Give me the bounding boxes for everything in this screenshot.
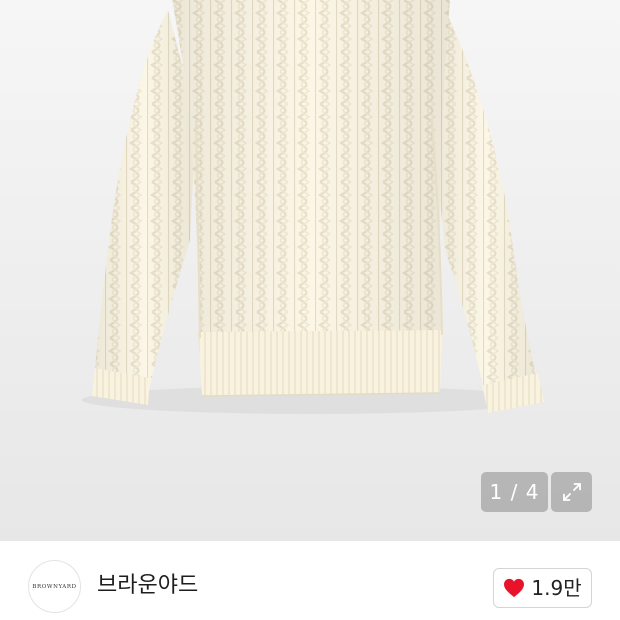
image-counter: 1 / 4	[481, 472, 548, 512]
like-count: 1.9만	[531, 576, 582, 600]
product-image[interactable]: 1 / 4	[0, 0, 620, 541]
sweater-photo	[82, 0, 544, 414]
brand-name[interactable]: 브라운야드	[97, 573, 198, 599]
brand-logo[interactable]: BROWNYARD	[28, 560, 81, 613]
heart-icon	[504, 578, 525, 598]
image-counter-total: 4	[525, 480, 540, 504]
brand-logo-text: BROWNYARD	[32, 583, 77, 590]
expand-image-button[interactable]	[551, 472, 592, 512]
image-counter-current: 1	[489, 480, 504, 504]
product-detail-page: 1 / 4 BROWNYARD 브라운야드 1.9만	[0, 0, 620, 620]
expand-arrows-icon	[562, 483, 581, 501]
like-button[interactable]: 1.9만	[493, 568, 592, 608]
seller-bar: BROWNYARD 브라운야드 1.9만	[0, 541, 620, 620]
image-counter-separator: /	[503, 480, 526, 504]
